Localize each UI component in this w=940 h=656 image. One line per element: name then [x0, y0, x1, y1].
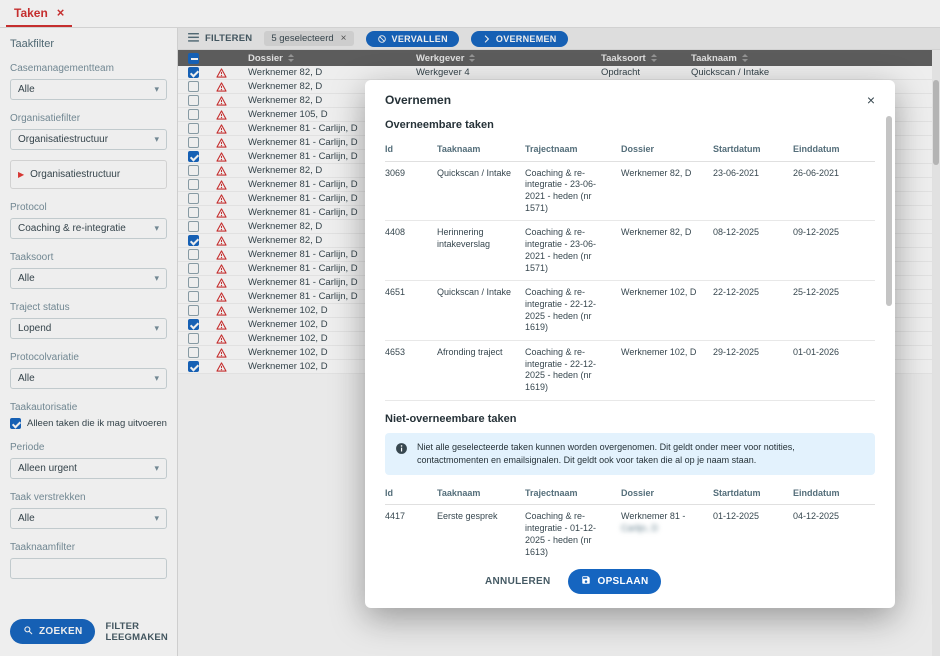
overneembare-heading: Overneembare taken [385, 119, 494, 131]
opslaan-button[interactable]: OPSLAAN [568, 569, 662, 594]
startdatum-cell: 08-12-2025 [713, 227, 760, 238]
col-dossier: Dossier [621, 487, 655, 498]
startdatum-cell: 29-12-2025 [713, 346, 760, 357]
redacted-name: Carlijn, D [621, 523, 659, 534]
overneembare-row: 4653 Afronding traject Coaching & re-int… [385, 341, 875, 401]
overneembare-table: Id Taaknaam Trajectnaam Dossier Startdat… [385, 139, 875, 401]
niet-overneembare-table: Id Taaknaam Trajectnaam Dossier Startdat… [385, 483, 875, 559]
trajectnaam-cell: Coaching & re-integratie - 22-12-2025 - … [525, 346, 597, 392]
id-cell: 3069 [385, 167, 406, 178]
einddatum-cell: 25-12-2025 [793, 287, 840, 298]
info-text: Niet alle geselecteerde taken kunnen wor… [417, 441, 795, 465]
startdatum-cell: 22-12-2025 [713, 287, 760, 298]
modal-table-header: Id Taaknaam Trajectnaam Dossier Startdat… [385, 483, 875, 506]
taaknaam-cell: Eerste gesprek [437, 511, 498, 522]
col-id: Id [385, 487, 393, 498]
overnemen-dialog: Overnemen × Overneembare taken Id Taakna… [365, 80, 895, 608]
overneembare-row: 3069 Quickscan / Intake Coaching & re-in… [385, 162, 875, 222]
annuleren-button[interactable]: ANNULEREN [485, 576, 550, 587]
overneembare-row: 4651 Quickscan / Intake Coaching & re-in… [385, 281, 875, 341]
trajectnaam-cell: Coaching & re-integratie - 23-06-2021 - … [525, 227, 597, 273]
einddatum-cell: 04-12-2025 [793, 511, 840, 522]
trajectnaam-cell: Coaching & re-integratie - 23-06-2021 - … [525, 167, 597, 213]
app-window: Taken × Taakfilter Casemanagementteam Al… [0, 0, 940, 656]
dialog-footer: ANNULEREN OPSLAAN [385, 559, 875, 598]
id-cell: 4653 [385, 346, 406, 357]
dialog-title: Overnemen [385, 93, 452, 107]
id-cell: 4651 [385, 287, 406, 298]
dossier-cell: Werknemer 102, D [621, 346, 697, 357]
einddatum-cell: 26-06-2021 [793, 167, 840, 178]
overneembare-row: 4408 Herinnering intakeverslag Coaching … [385, 221, 875, 282]
info-icon [395, 441, 408, 455]
niet-overneembare-row: 4417 Eerste gesprek Coaching & re-integr… [385, 505, 875, 559]
startdatum-cell: 23-06-2021 [713, 167, 760, 178]
taaknaam-cell: Herinnering intakeverslag [437, 227, 491, 250]
taaknaam-cell: Quickscan / Intake [437, 287, 512, 298]
dialog-close-icon[interactable]: × [867, 93, 875, 107]
trajectnaam-cell: Coaching & re-integratie - 22-12-2025 - … [525, 287, 597, 333]
dossier-cell: Werknemer 81 - Carlijn, D [621, 511, 686, 534]
niet-overneembare-heading: Niet-overneembare taken [385, 412, 517, 425]
modal-table-header: Id Taaknaam Trajectnaam Dossier Startdat… [385, 139, 875, 162]
trajectnaam-cell: Coaching & re-integratie - 01-12-2025 - … [525, 511, 597, 557]
einddatum-cell: 09-12-2025 [793, 227, 840, 238]
scrollbar-thumb[interactable] [886, 116, 892, 306]
einddatum-cell: 01-01-2026 [793, 346, 840, 357]
dossier-cell: Werknemer 102, D [621, 287, 697, 298]
id-cell: 4417 [385, 511, 406, 522]
dialog-scrollbar[interactable] [886, 116, 892, 568]
col-einddatum: Einddatum [793, 144, 840, 154]
save-icon [581, 575, 591, 588]
dossier-cell: Werknemer 82, D [621, 227, 692, 238]
taaknaam-cell: Afronding traject [437, 346, 503, 357]
info-banner: Niet alle geselecteerde taken kunnen wor… [385, 432, 875, 475]
col-trajectnaam: Trajectnaam [525, 144, 578, 154]
col-startdatum: Startdatum [713, 487, 761, 498]
col-id: Id [385, 144, 393, 154]
col-einddatum: Einddatum [793, 487, 840, 498]
taaknaam-cell: Quickscan / Intake [437, 167, 512, 178]
dossier-cell: Werknemer 82, D [621, 167, 692, 178]
startdatum-cell: 01-12-2025 [713, 511, 760, 522]
col-startdatum: Startdatum [713, 144, 761, 154]
col-dossier: Dossier [621, 144, 655, 154]
col-taaknaam: Taaknaam [437, 144, 481, 154]
col-trajectnaam: Trajectnaam [525, 487, 578, 498]
col-taaknaam: Taaknaam [437, 487, 481, 498]
id-cell: 4408 [385, 227, 406, 238]
